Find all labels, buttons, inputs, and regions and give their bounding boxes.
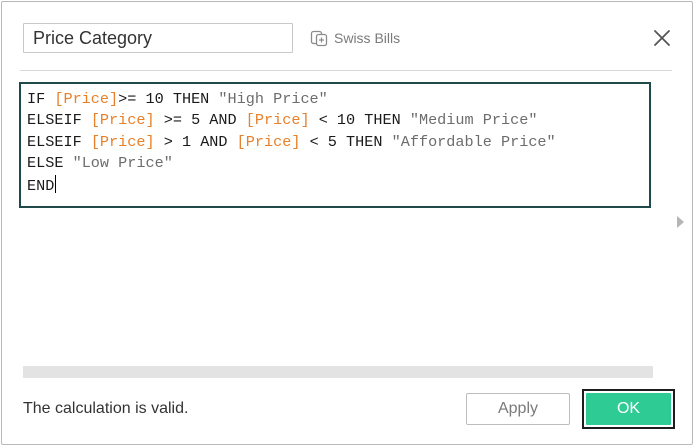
code-keyword: ELSE	[27, 154, 73, 173]
code-string: "Affordable Price"	[391, 132, 556, 151]
code-keyword: END	[27, 176, 55, 195]
expand-panel-arrow-icon[interactable]	[677, 216, 684, 228]
code-line: END	[27, 174, 643, 196]
horizontal-scrollbar[interactable]	[23, 366, 653, 378]
code-line: IF [Price]>= 10 THEN "High Price"	[27, 89, 643, 110]
code-field: [Price]	[236, 132, 301, 151]
apply-button[interactable]: Apply	[466, 393, 570, 425]
code-line: ELSEIF [Price] > 1 AND [Price] < 5 THEN …	[27, 132, 643, 153]
code-field: [Price]	[245, 111, 310, 130]
validation-status: The calculation is valid.	[23, 400, 189, 417]
code-field: [Price]	[54, 90, 119, 108]
code-keyword: >= 10 THEN	[118, 90, 219, 108]
header-divider	[20, 70, 672, 71]
code-keyword: < 5 THEN	[300, 132, 392, 151]
code-field: [Price]	[90, 132, 155, 151]
code-line: ELSE "Low Price"	[27, 153, 643, 174]
code-keyword: IF	[27, 90, 55, 108]
datasource-label: Swiss Bills	[309, 26, 400, 50]
code-string: "Medium Price"	[409, 111, 538, 130]
code-keyword: >= 5 AND	[154, 111, 246, 130]
code-string: "High Price"	[218, 90, 328, 108]
text-caret	[55, 174, 57, 193]
code-field: [Price]	[90, 111, 155, 130]
datasource-icon	[309, 28, 329, 48]
formula-editor[interactable]: IF [Price]>= 10 THEN "High Price" ELSEIF …	[19, 82, 651, 208]
calculation-dialog	[1, 1, 693, 445]
close-icon	[654, 30, 670, 46]
code-keyword: > 1 AND	[154, 132, 237, 151]
code-keyword: ELSEIF	[27, 111, 91, 130]
code-line: ELSEIF [Price] >= 5 AND [Price] < 10 THE…	[27, 110, 643, 131]
ok-button[interactable]: OK	[586, 393, 671, 425]
close-button[interactable]	[651, 27, 673, 49]
code-string: "Low Price"	[72, 154, 173, 173]
code-keyword: ELSEIF	[27, 132, 91, 151]
code-keyword: < 10 THEN	[309, 111, 410, 130]
calculation-name-input[interactable]	[23, 23, 293, 53]
datasource-name: Swiss Bills	[334, 30, 401, 46]
